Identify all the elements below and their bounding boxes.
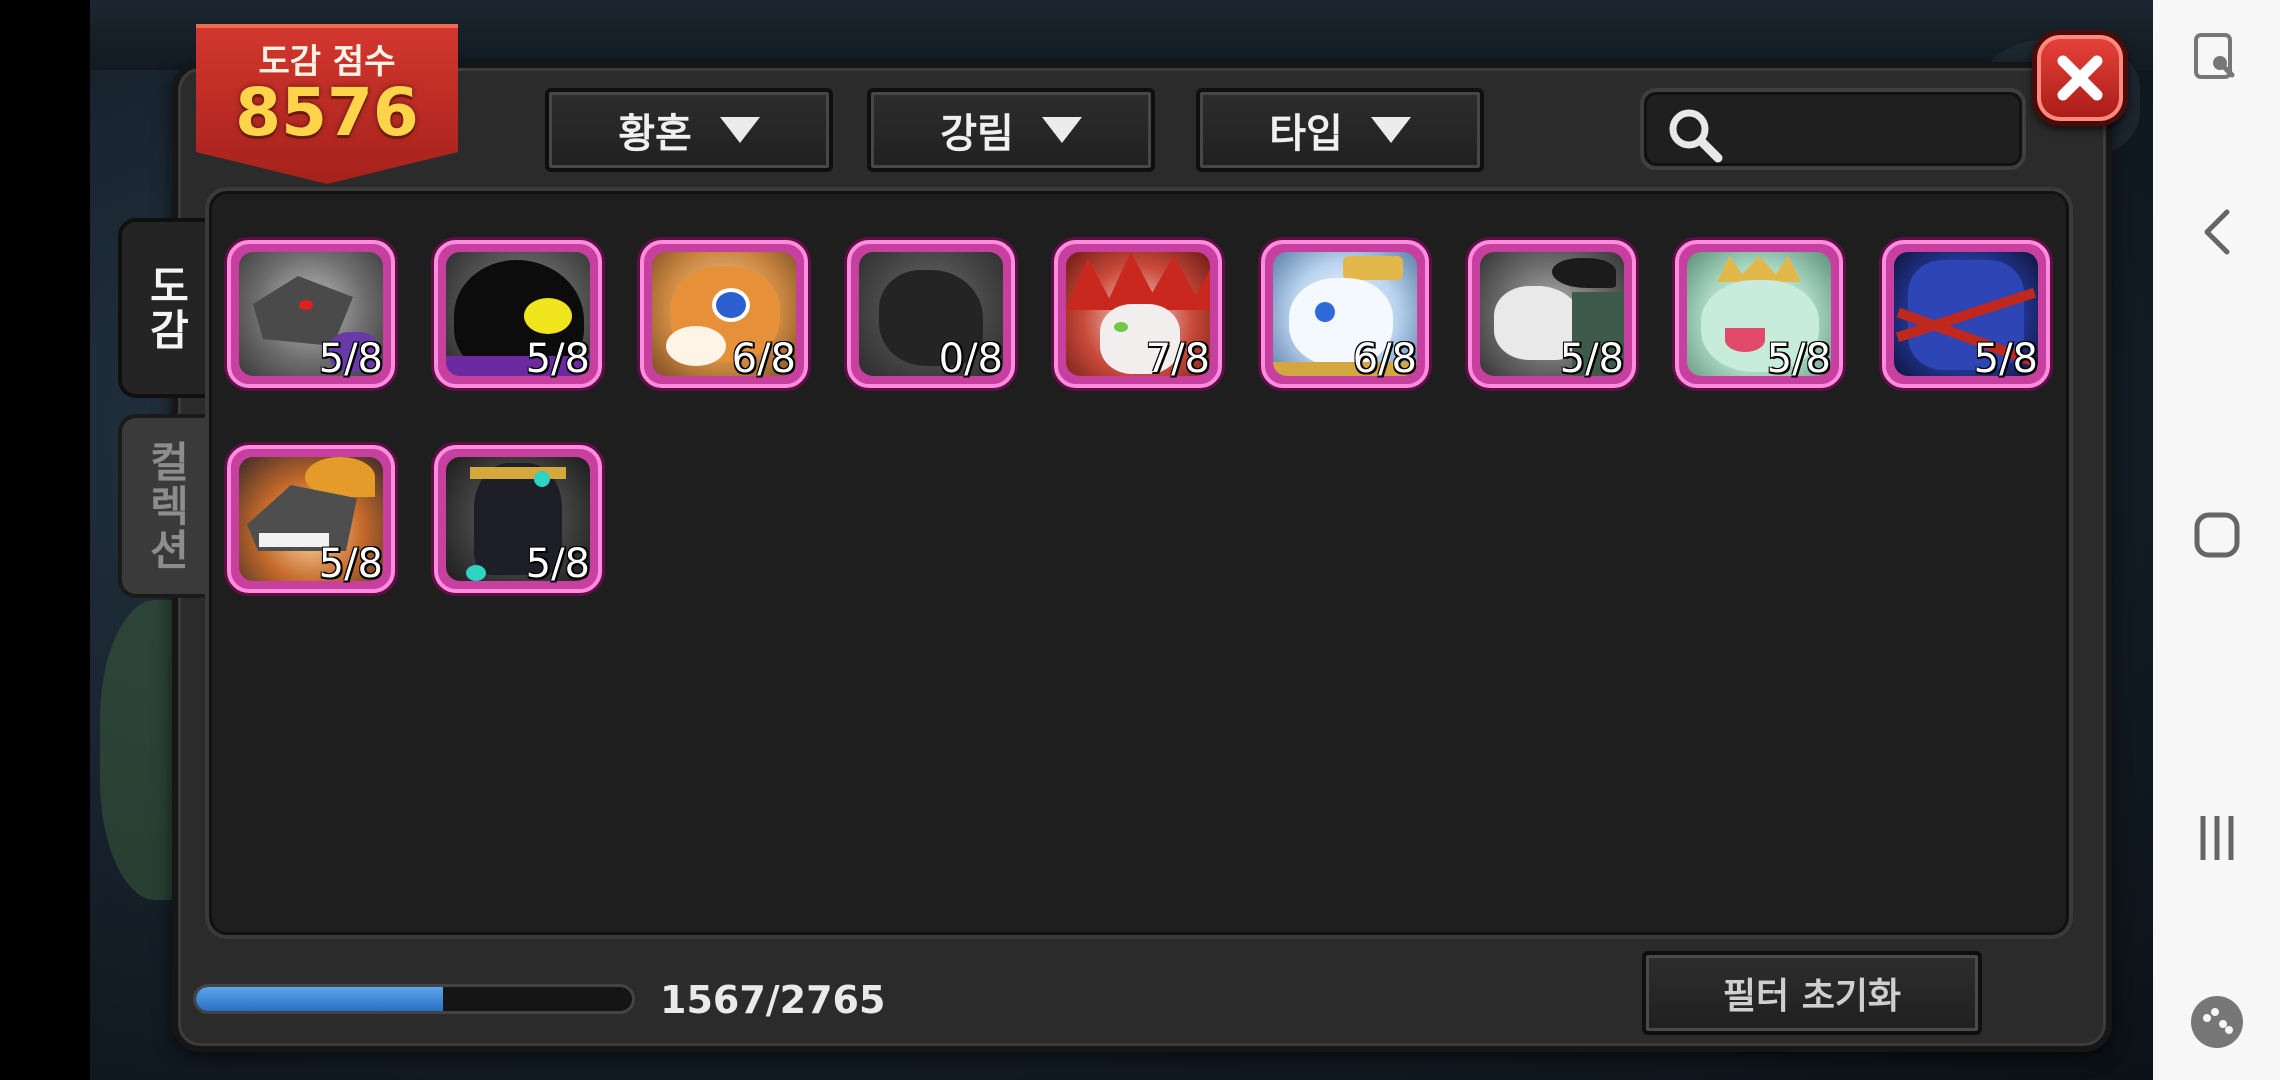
collection-count: 5/8 <box>1559 336 1624 382</box>
recents-icon[interactable] <box>2153 788 2280 888</box>
dropdown-arrow-icon <box>1370 117 1411 143</box>
monster-card[interactable]: 5/8 <box>1675 240 1843 388</box>
monster-card[interactable]: 5/8 <box>434 445 602 593</box>
monster-card[interactable]: 5/8 <box>1882 240 2050 388</box>
tab-dex[interactable]: 도감 <box>118 218 210 398</box>
collection-count: 5/8 <box>525 336 590 382</box>
filter-dropdown-origin[interactable]: 강림 <box>867 88 1155 172</box>
dropdown-arrow-icon <box>719 117 760 143</box>
monster-card[interactable]: 5/8 <box>434 240 602 388</box>
dropdown-arrow-icon <box>1041 117 1082 143</box>
close-button[interactable] <box>2032 30 2128 126</box>
monster-card[interactable]: 5/8 <box>1468 240 1636 388</box>
back-icon[interactable] <box>2153 182 2280 282</box>
collection-progress-fill <box>196 987 444 1011</box>
filter-label: 타입 <box>1269 111 1343 157</box>
tab-label: 도감 <box>142 264 191 352</box>
monster-card[interactable]: 5/8 <box>227 240 395 388</box>
filter-dropdown-attribute[interactable]: 황혼 <box>545 88 833 172</box>
filter-label: 강림 <box>940 111 1014 157</box>
screen-touch-icon[interactable] <box>2153 8 2280 108</box>
monster-card[interactable]: 5/8 <box>227 445 395 593</box>
reset-filters-button[interactable]: 필터 초기화 <box>1642 951 1982 1035</box>
collection-count: 6/8 <box>1352 336 1417 382</box>
tab-label: 컬렉션 <box>142 440 191 572</box>
monster-card[interactable]: 0/8 <box>847 240 1015 388</box>
score-value: 8576 <box>235 74 419 151</box>
collection-count: 5/8 <box>318 336 383 382</box>
collection-count: 6/8 <box>731 336 796 382</box>
collection-count: 7/8 <box>1145 336 1210 382</box>
collection-progress-text: 1567/2765 <box>660 978 886 1022</box>
filter-dropdown-type[interactable]: 타입 <box>1196 88 1484 172</box>
monster-card[interactable]: 6/8 <box>1261 240 1429 388</box>
system-navigation-bar <box>2153 0 2280 1080</box>
reset-filters-label: 필터 초기화 <box>1722 976 1902 1017</box>
monster-card[interactable]: 7/8 <box>1054 240 1222 388</box>
collection-count: 5/8 <box>525 541 590 587</box>
collection-count: 5/8 <box>1973 336 2038 382</box>
search-input[interactable] <box>1640 88 2026 170</box>
collection-count: 5/8 <box>318 541 383 587</box>
home-icon[interactable] <box>2153 485 2280 585</box>
tab-collection[interactable]: 컬렉션 <box>118 414 210 598</box>
search-icon <box>1669 109 1723 163</box>
collection-count: 0/8 <box>938 336 1003 382</box>
collection-count: 5/8 <box>1766 336 1831 382</box>
score-badge: 도감 점수 8576 <box>196 24 458 184</box>
filter-label: 황혼 <box>618 111 692 157</box>
collection-progress-bar <box>193 984 635 1014</box>
monster-card[interactable]: 6/8 <box>640 240 808 388</box>
game-tools-icon[interactable] <box>2153 972 2280 1072</box>
close-icon <box>2057 55 2103 101</box>
